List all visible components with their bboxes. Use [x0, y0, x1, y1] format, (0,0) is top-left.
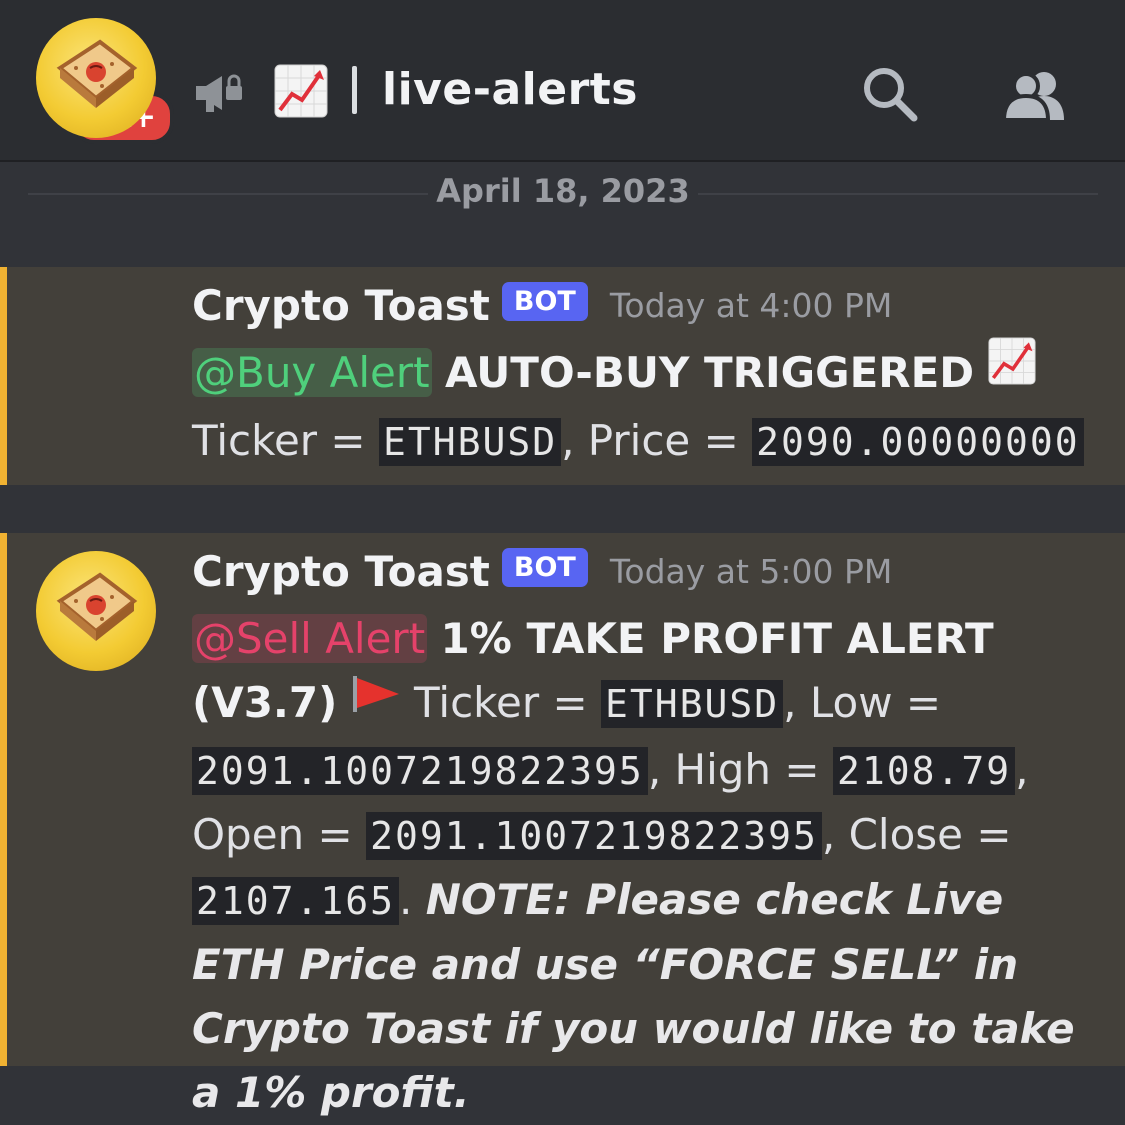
bot-tag: BOT [501, 548, 588, 587]
low-code: 2091.1007219822395 [192, 746, 648, 795]
message-body: Crypto Toast BOT Today at 4:00 PM @Buy Ale… [192, 281, 1085, 474]
toast-icon [56, 572, 138, 641]
avatar[interactable] [36, 18, 156, 138]
members-icon[interactable] [1001, 70, 1068, 126]
price-label: , Price = [561, 415, 753, 465]
close-code: 2107.165 [192, 876, 400, 925]
low-label: , Low = [783, 678, 942, 727]
date-separator: April 18, 2023 [28, 172, 1098, 218]
chart-increasing-icon [274, 64, 328, 122]
highlight-accent-bar [0, 533, 7, 1066]
ticker-label: Ticker = [414, 678, 601, 727]
alert-headline: 1% TAKE PROFIT ALERT [440, 614, 994, 663]
date-label: April 18, 2023 [436, 172, 690, 210]
title-divider [352, 66, 357, 114]
username[interactable]: Crypto Toast [192, 281, 490, 330]
announcement-locked-icon [192, 72, 244, 120]
ticker-code: ETHBUSD [378, 417, 562, 466]
bot-tag: BOT [501, 282, 588, 321]
high-label: , High = [647, 744, 833, 794]
message-content: @Sell Alert 1% TAKE PROFIT ALERT (V3.7) … [192, 614, 1075, 1117]
search-icon[interactable] [862, 66, 918, 126]
username[interactable]: Crypto Toast [192, 547, 490, 596]
high-code: 2108.79 [832, 746, 1016, 795]
open-code: 2091.1007219822395 [366, 811, 822, 860]
message-content: @Buy Alert AUTO-BUY TRIGGERED Ticker = E… [192, 336, 1085, 474]
message-header: Crypto Toast BOT Today at 4:00 PM [192, 281, 1085, 341]
ticker-code: ETHBUSD [600, 680, 784, 728]
version-label: (V3.7) [192, 678, 338, 727]
close-label: , Close = [821, 809, 1012, 859]
highlight-accent-bar [0, 267, 7, 485]
channel-header: 9k+ live-alerts [0, 0, 1125, 162]
open-label: Open = [192, 809, 367, 859]
message-header: Crypto Toast BOT Today at 5:00 PM [192, 547, 1085, 607]
price-code: 2090.00000000 [752, 417, 1084, 466]
triangular-flag-icon [351, 668, 401, 732]
alert-headline: AUTO-BUY TRIGGERED [444, 348, 975, 397]
period: . [399, 874, 413, 924]
chart-increasing-icon [987, 336, 1036, 403]
message-body: Crypto Toast BOT Today at 5:00 PM @Sell Al… [192, 547, 1085, 1125]
ticker-label: Ticker = [192, 415, 379, 465]
avatar[interactable] [36, 551, 156, 671]
timestamp: Today at 4:00 PM [609, 286, 893, 325]
channel-name[interactable]: live-alerts [382, 64, 638, 115]
role-mention-sell-alert[interactable]: @Sell Alert [192, 614, 428, 663]
toast-icon [56, 39, 138, 108]
message-buy-alert[interactable]: Crypto Toast BOT Today at 4:00 PM @Buy Ale… [0, 18, 1125, 485]
timestamp: Today at 5:00 PM [609, 552, 893, 591]
message-sell-alert[interactable]: Crypto Toast BOT Today at 5:00 PM @Sell Al… [0, 533, 1125, 1117]
role-mention-buy-alert[interactable]: @Buy Alert [192, 348, 432, 397]
